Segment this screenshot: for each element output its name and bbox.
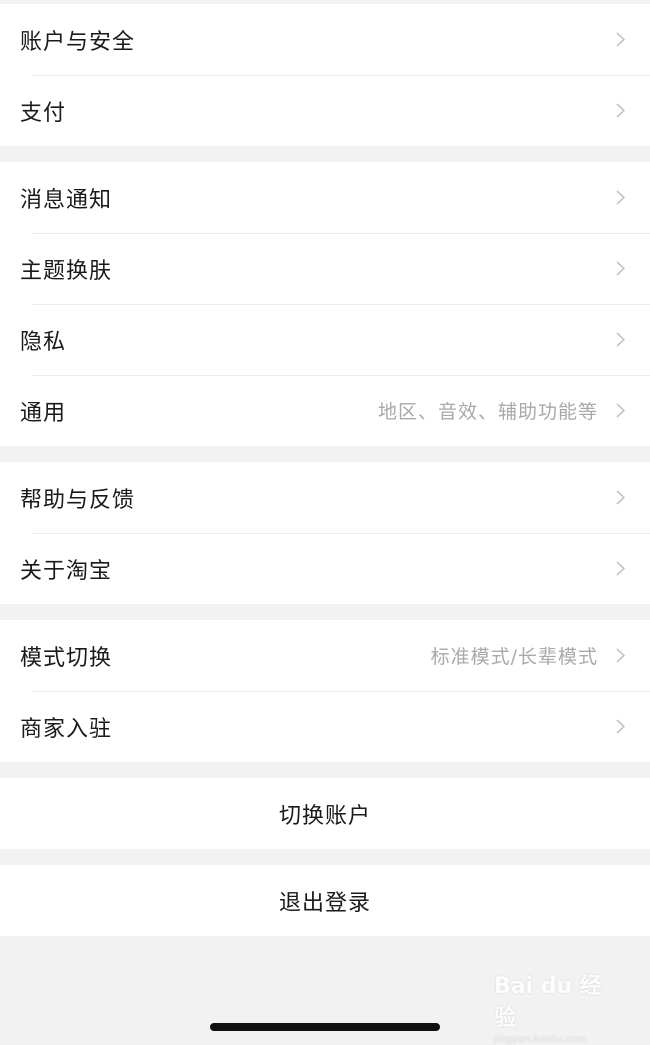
settings-row-merchant[interactable]: 商家入驻 [0,691,650,762]
group-separator [0,762,650,778]
chevron-right-icon [612,645,628,667]
row-detail: 地区、音效、辅助功能等 [377,401,598,423]
watermark-logo: Bai du 经验 [494,974,602,1031]
logout-button[interactable]: 退出登录 [0,865,650,936]
switch-account-button[interactable]: 切换账户 [0,778,650,849]
chevron-right-icon [612,400,628,422]
group-separator [0,849,650,865]
chevron-right-icon [612,558,628,580]
chevron-right-icon [612,716,628,738]
row-label: 支付 [20,100,67,126]
settings-group-mode: 模式切换 标准模式/长辈模式 商家入驻 [0,620,650,762]
row-label: 主题换肤 [20,258,113,284]
chevron-right-icon [612,29,628,51]
row-label: 隐私 [20,329,67,355]
chevron-right-icon [612,329,628,351]
row-label: 消息通知 [20,187,113,213]
settings-row-payment[interactable]: 支付 [0,75,650,146]
chevron-right-icon [612,100,628,122]
group-separator [0,604,650,620]
row-label: 账户与安全 [20,29,136,55]
row-detail: 标准模式/长辈模式 [430,646,598,668]
settings-row-help-feedback[interactable]: 帮助与反馈 [0,462,650,533]
chevron-right-icon [612,187,628,209]
settings-row-notifications[interactable]: 消息通知 [0,162,650,233]
row-label: 通用 [20,400,67,426]
settings-group-preferences: 消息通知 主题换肤 隐私 通用 地区、音效、辅助功能等 [0,162,650,446]
settings-row-account-security[interactable]: 账户与安全 [0,4,650,75]
settings-row-mode-switch[interactable]: 模式切换 标准模式/长辈模式 [0,620,650,691]
chevron-right-icon [612,258,628,280]
home-indicator[interactable] [210,1023,440,1031]
watermark-url: jingyan.baidu.com [494,1034,587,1045]
settings-row-general[interactable]: 通用 地区、音效、辅助功能等 [0,375,650,446]
row-label: 商家入驻 [20,716,113,742]
settings-row-about[interactable]: 关于淘宝 [0,533,650,604]
settings-row-theme[interactable]: 主题换肤 [0,233,650,304]
settings-group-account: 账户与安全 支付 [0,4,650,146]
settings-row-privacy[interactable]: 隐私 [0,304,650,375]
group-separator [0,446,650,462]
group-separator [0,146,650,162]
baidu-jingyan-watermark: Bai du 经验 jingyan.baidu.com [494,968,622,1045]
row-label: 模式切换 [20,645,113,671]
row-label: 帮助与反馈 [20,487,136,513]
settings-group-support: 帮助与反馈 关于淘宝 [0,462,650,604]
row-label: 关于淘宝 [20,558,113,584]
chevron-right-icon [612,487,628,509]
